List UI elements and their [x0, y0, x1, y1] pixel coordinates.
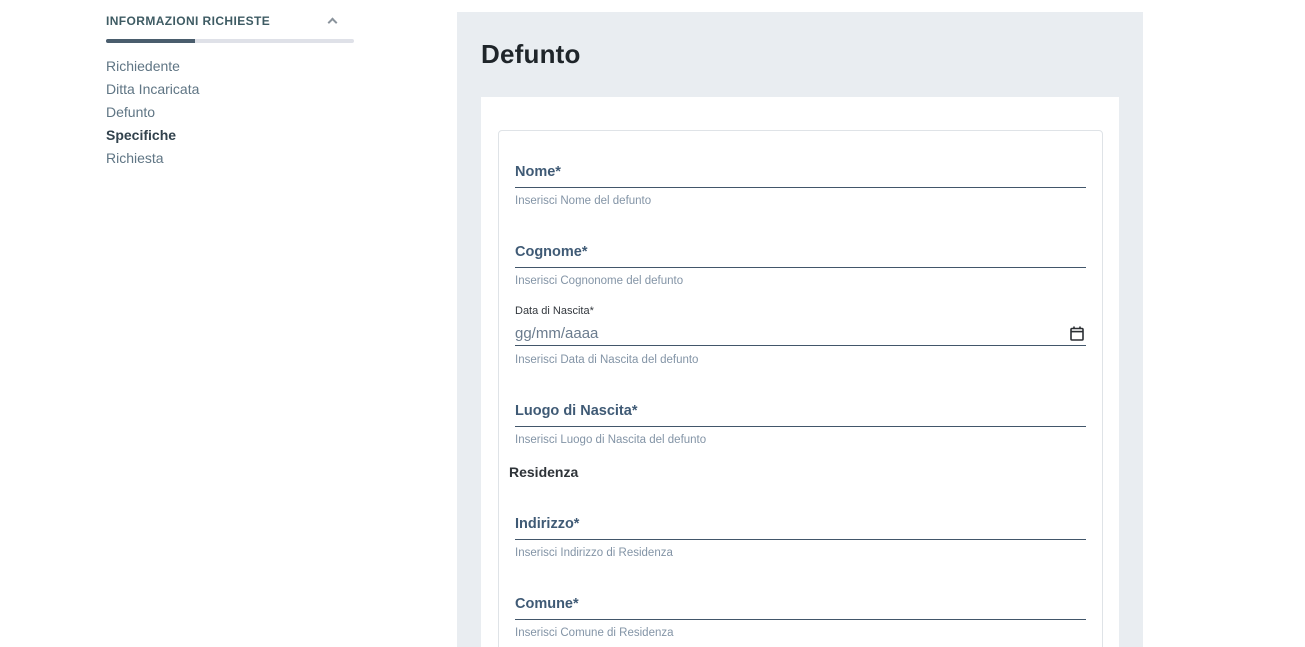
comune-input[interactable]: [515, 612, 1086, 620]
sidebar-steps: Richiedente Ditta Incaricata Defunto Spe…: [106, 55, 354, 170]
luogo-nascita-input[interactable]: [515, 419, 1086, 427]
sidebar-item-defunto[interactable]: Defunto: [106, 101, 354, 124]
chevron-up-icon: [328, 18, 338, 28]
sidebar-item-richiesta[interactable]: Richiesta: [106, 147, 354, 170]
nome-input[interactable]: [515, 180, 1086, 188]
indirizzo-input[interactable]: [515, 532, 1086, 540]
indirizzo-label: Indirizzo*: [515, 516, 1086, 532]
field-group: Nome* Inserisci Nome del defunto Cognome…: [498, 130, 1103, 647]
field-cognome: Cognome* Inserisci Cognonome del defunto: [515, 244, 1086, 288]
field-indirizzo: Indirizzo* Inserisci Indirizzo di Reside…: [515, 516, 1086, 560]
cognome-helper: Inserisci Cognonome del defunto: [515, 275, 1086, 288]
progress-fill: [106, 39, 195, 43]
data-nascita-label: Data di Nascita*: [515, 305, 1086, 318]
nome-helper: Inserisci Nome del defunto: [515, 195, 1086, 208]
form-card: Nome* Inserisci Nome del defunto Cognome…: [481, 97, 1119, 647]
sidebar-item-ditta-incaricata[interactable]: Ditta Incaricata: [106, 78, 354, 101]
field-luogo-nascita: Luogo di Nascita* Inserisci Luogo di Nas…: [515, 403, 1086, 447]
page-title: Defunto: [481, 39, 1143, 70]
field-data-nascita: Data di Nascita* gg/mm/aaaa Inserisci Da…: [515, 305, 1086, 367]
data-nascita-input[interactable]: gg/mm/aaaa: [515, 321, 1086, 346]
sidebar-item-richiedente[interactable]: Richiedente: [106, 55, 354, 78]
field-nome: Nome* Inserisci Nome del defunto: [515, 164, 1086, 208]
date-placeholder: gg/mm/aaaa: [515, 325, 598, 342]
comune-helper: Inserisci Comune di Residenza: [515, 627, 1086, 640]
sidebar-title: INFORMAZIONI RICHIESTE: [106, 14, 270, 28]
content-panel: Defunto Nome* Inserisci Nome del defunto…: [457, 12, 1143, 647]
indirizzo-helper: Inserisci Indirizzo di Residenza: [515, 547, 1086, 560]
comune-label: Comune*: [515, 596, 1086, 612]
calendar-icon[interactable]: [1070, 326, 1084, 341]
progress-bar: [106, 39, 354, 43]
sidebar: INFORMAZIONI RICHIESTE Richiedente Ditta…: [106, 10, 354, 170]
nome-label: Nome*: [515, 164, 1086, 180]
luogo-nascita-label: Luogo di Nascita*: [515, 403, 1086, 419]
sidebar-accordion-header[interactable]: INFORMAZIONI RICHIESTE: [106, 10, 354, 28]
cognome-label: Cognome*: [515, 244, 1086, 260]
sidebar-item-specifiche[interactable]: Specifiche: [106, 124, 354, 147]
residenza-section-title: Residenza: [509, 465, 1086, 480]
field-comune: Comune* Inserisci Comune di Residenza: [515, 596, 1086, 640]
cognome-input[interactable]: [515, 260, 1086, 268]
data-nascita-helper: Inserisci Data di Nascita del defunto: [515, 354, 1086, 367]
luogo-nascita-helper: Inserisci Luogo di Nascita del defunto: [515, 434, 1086, 447]
